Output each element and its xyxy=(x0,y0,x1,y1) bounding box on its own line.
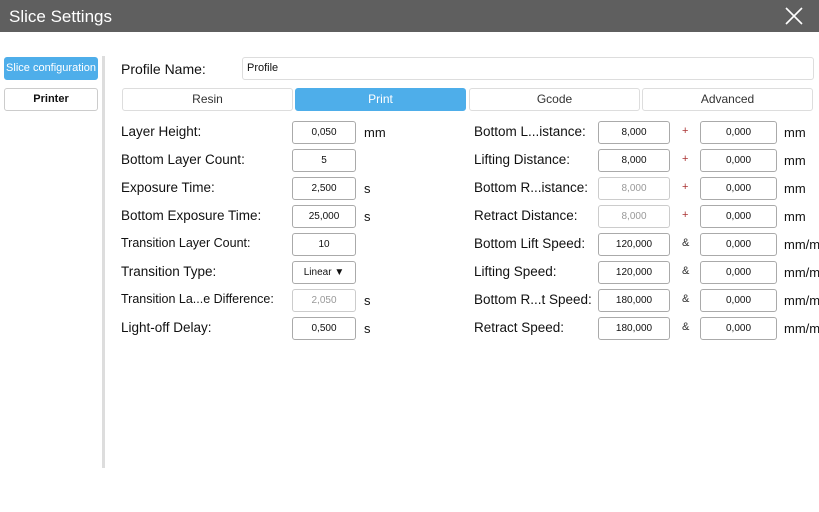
title-bar: Slice Settings xyxy=(0,0,819,32)
field-label: Transition Layer Count: xyxy=(121,236,251,250)
field-unit: mm xyxy=(364,125,386,140)
field-unit: mm xyxy=(784,209,806,224)
tab-resin[interactable]: Resin xyxy=(122,88,293,111)
field-label: Lifting Distance: xyxy=(474,152,571,167)
field-unit: s xyxy=(364,209,371,224)
field-input[interactable]: 2,050 xyxy=(292,289,356,312)
field-value: 5 xyxy=(321,155,327,166)
tab-print[interactable]: Print xyxy=(295,88,466,111)
field-input[interactable]: 120,000 xyxy=(598,261,670,284)
field-input[interactable]: 8,000 xyxy=(598,121,670,144)
field-separator: + xyxy=(682,209,689,221)
field-unit: s xyxy=(364,293,371,308)
field-unit: mm/min xyxy=(784,321,819,336)
field-label: Bottom R...t Speed: xyxy=(474,292,592,307)
field-unit: mm xyxy=(784,153,806,168)
field-offset-input[interactable]: 0,000 xyxy=(700,233,777,256)
field-unit: s xyxy=(364,181,371,196)
field-separator: & xyxy=(682,265,690,277)
field-unit: mm xyxy=(784,181,806,196)
field-label: Bottom Exposure Time: xyxy=(121,208,262,223)
field-label: Exposure Time: xyxy=(121,180,215,195)
field-offset-input[interactable]: 0,000 xyxy=(700,205,777,228)
field-input[interactable]: 10 xyxy=(292,233,356,256)
field-label: Bottom Lift Speed: xyxy=(474,236,586,251)
field-input[interactable]: 180,000 xyxy=(598,289,670,312)
field-label: Bottom Layer Count: xyxy=(121,152,245,167)
field-input[interactable]: 8,000 xyxy=(598,177,670,200)
field-label: Transition La...e Difference: xyxy=(121,292,274,306)
field-input[interactable]: 5 xyxy=(292,149,356,172)
profile-name-input[interactable]: Profile xyxy=(242,57,814,80)
field-unit: mm/min xyxy=(784,265,819,280)
field-offset-input[interactable]: 0,000 xyxy=(700,261,777,284)
field-label: Light-off Delay: xyxy=(121,320,212,335)
field-unit: s xyxy=(364,321,371,336)
field-value: 0,500 xyxy=(311,323,337,334)
field-value: 2,050 xyxy=(311,295,337,306)
field-offset-input[interactable]: 0,000 xyxy=(700,121,777,144)
field-label: Transition Type: xyxy=(121,264,217,279)
window-title: Slice Settings xyxy=(9,7,112,26)
field-unit: mm/min xyxy=(784,293,819,308)
field-input[interactable]: 180,000 xyxy=(598,317,670,340)
field-input[interactable]: 0,050 xyxy=(292,121,356,144)
field-offset-input[interactable]: 0,000 xyxy=(700,317,777,340)
chevron-down-icon: ▼ xyxy=(331,267,345,278)
field-label: Retract Speed: xyxy=(474,320,565,335)
field-separator: & xyxy=(682,237,690,249)
field-input[interactable]: 25,000 xyxy=(292,205,356,228)
field-input[interactable]: 120,000 xyxy=(598,233,670,256)
tab-advanced[interactable]: Advanced xyxy=(642,88,813,111)
field-offset-input[interactable]: 0,000 xyxy=(700,177,777,200)
field-value: 25,000 xyxy=(308,211,340,222)
field-value: Linear xyxy=(303,267,332,278)
profile-name-label: Profile Name: xyxy=(121,61,206,77)
field-separator: + xyxy=(682,181,689,193)
field-offset-input[interactable]: 0,000 xyxy=(700,149,777,172)
field-unit: mm/min xyxy=(784,237,819,252)
field-label: Layer Height: xyxy=(121,124,202,139)
field-separator: & xyxy=(682,293,690,305)
field-input[interactable]: 8,000 xyxy=(598,149,670,172)
field-label: Lifting Speed: xyxy=(474,264,557,279)
field-value: 10 xyxy=(318,239,330,250)
field-input[interactable]: 8,000 xyxy=(598,205,670,228)
field-separator: & xyxy=(682,321,690,333)
field-input[interactable]: 2,500 xyxy=(292,177,356,200)
sidebar-item-printer[interactable]: Printer xyxy=(4,88,98,111)
close-icon[interactable] xyxy=(783,5,805,27)
sidebar-item-slice-configuration[interactable]: Slice configuration xyxy=(4,57,98,80)
field-separator: + xyxy=(682,125,689,137)
field-label: Bottom R...istance: xyxy=(474,180,589,195)
tab-gcode[interactable]: Gcode xyxy=(469,88,640,111)
field-value: 2,500 xyxy=(311,183,337,194)
field-value: 0,050 xyxy=(311,127,337,138)
field-separator: + xyxy=(682,153,689,165)
field-label: Retract Distance: xyxy=(474,208,578,223)
field-offset-input[interactable]: 0,000 xyxy=(700,289,777,312)
field-unit: mm xyxy=(784,125,806,140)
field-input[interactable]: 0,500 xyxy=(292,317,356,340)
transition-type-dropdown[interactable]: Linear ▼ xyxy=(292,261,356,284)
field-label: Bottom L...istance: xyxy=(474,124,586,139)
divider xyxy=(102,56,105,468)
